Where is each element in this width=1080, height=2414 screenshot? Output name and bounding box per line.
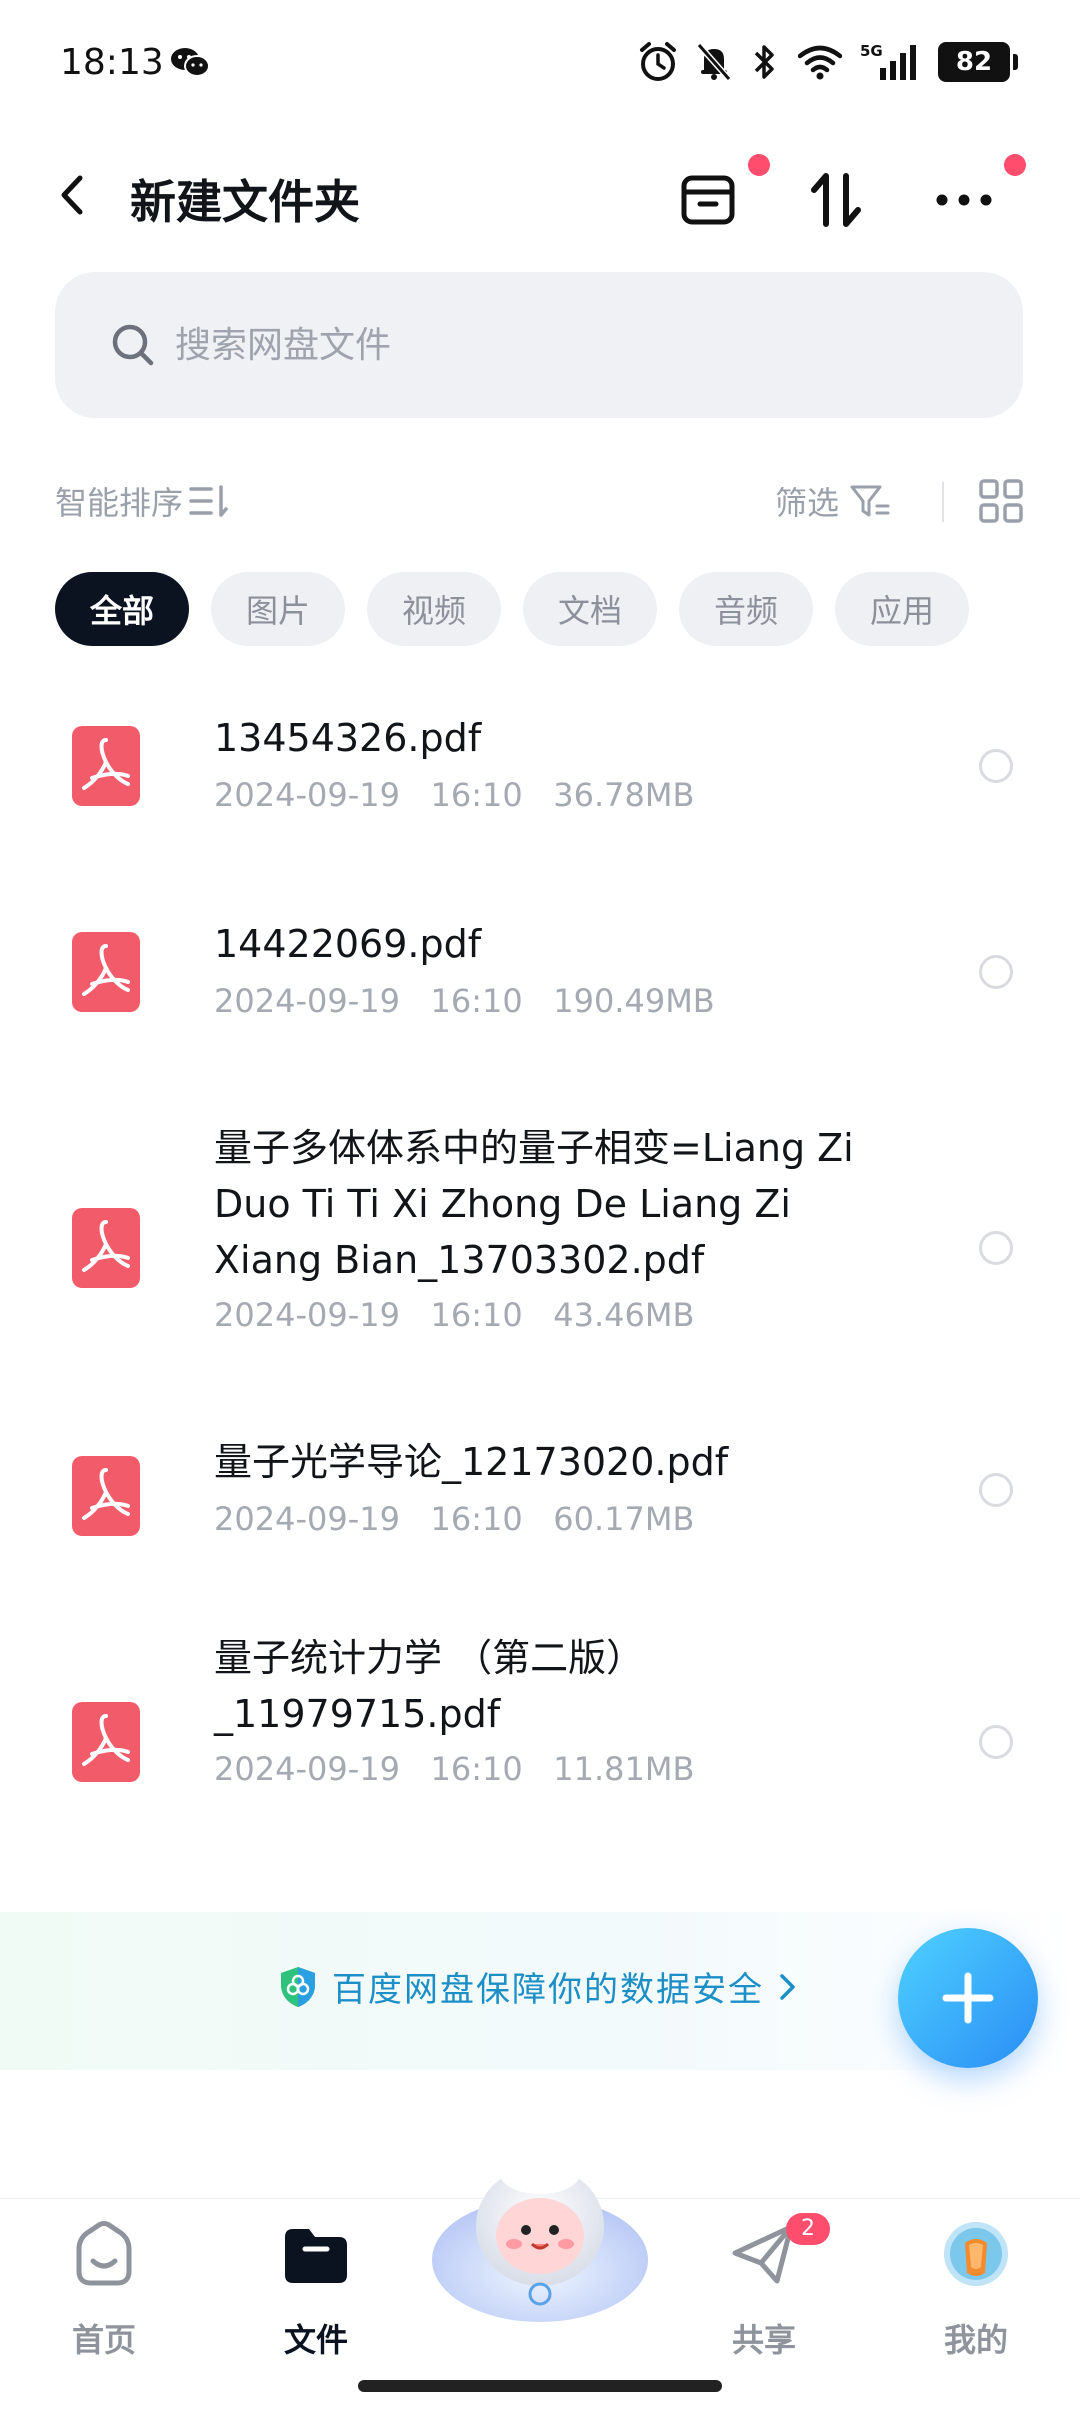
file-row[interactable]: 量子光学导论_12173020.pdf 2024-09-19 16:10 60.… [0, 1420, 1080, 1590]
tab-apps[interactable]: 应用 [835, 572, 969, 646]
sort-button[interactable] [796, 160, 876, 240]
plus-icon [942, 1972, 994, 2024]
file-name: 量子多体体系中的量子相变=Liang Zi Duo Ti Ti Xi Zhong… [214, 1126, 854, 1282]
back-arrow-icon[interactable] [48, 170, 98, 220]
file-name: 14422069.pdf [214, 922, 482, 966]
security-text: 百度网盘保障你的数据安全 [332, 1970, 764, 2010]
pdf-file-icon [72, 1456, 140, 1536]
select-radio[interactable] [979, 1231, 1013, 1265]
grid-view-icon[interactable] [978, 478, 1024, 524]
tab-audio[interactable]: 音频 [679, 572, 813, 646]
file-meta: 2024-09-19 16:10 60.17MB [214, 1500, 695, 1538]
mute-bell-icon [696, 43, 732, 81]
pdf-file-icon [72, 726, 140, 806]
more-dots-icon [936, 194, 992, 206]
nav-files[interactable]: 文件 [246, 2219, 386, 2369]
wechat-icon [171, 48, 210, 77]
divider [942, 482, 944, 522]
file-name: 量子统计力学 （第二版）_11979715.pdf [214, 1636, 645, 1736]
notification-dot [748, 154, 770, 176]
folder-icon [285, 2229, 347, 2283]
header: 新建文件夹 [0, 140, 1080, 250]
sort-lines-icon [189, 485, 228, 517]
sort-arrows-icon [811, 173, 861, 227]
battery-indicator: 82 [938, 42, 1018, 82]
file-meta: 2024-09-19 16:10 190.49MB [214, 982, 715, 1020]
file-row[interactable]: 13454326.pdf 2024-09-19 16:10 36.78MB [0, 690, 1080, 860]
file-name: 13454326.pdf [214, 716, 482, 760]
tab-documents[interactable]: 文档 [523, 572, 657, 646]
shield-icon [281, 1966, 315, 2007]
pdf-file-icon [72, 1208, 140, 1288]
mascot-icon[interactable] [428, 2130, 652, 2330]
add-button[interactable] [898, 1928, 1038, 2068]
nav-files-label: 文件 [283, 2321, 348, 2359]
filter-funnel-icon [850, 485, 890, 517]
file-name: 量子光学导论_12173020.pdf [214, 1440, 729, 1484]
svg-text:5G: 5G [860, 42, 883, 60]
nav-share[interactable]: 2 共享 [694, 2213, 834, 2369]
share-badge: 2 [786, 2213, 830, 2245]
select-radio[interactable] [979, 749, 1013, 783]
nav-me-label: 我的 [943, 2321, 1008, 2359]
file-row[interactable]: 14422069.pdf 2024-09-19 16:10 190.49MB [0, 896, 1080, 1066]
filter-button[interactable]: 筛选 [775, 478, 891, 524]
file-row[interactable]: 量子多体体系中的量子相变=Liang Zi Duo Ti Ti Xi Zhong… [0, 1120, 1080, 1360]
select-radio[interactable] [979, 1473, 1013, 1507]
pdf-file-icon [72, 1702, 140, 1782]
status-bar: 18:13 5G 82 [0, 0, 1080, 130]
avatar-icon [944, 2222, 1008, 2286]
file-row[interactable]: 量子统计力学 （第二版）_11979715.pdf 2024-09-19 16:… [0, 1630, 1080, 1840]
pdf-file-icon [72, 932, 140, 1012]
select-radio[interactable] [979, 1725, 1013, 1759]
signal-5g-icon: 5G [860, 42, 916, 80]
nav-me[interactable]: 我的 [906, 2219, 1046, 2369]
archive-button[interactable] [668, 154, 770, 240]
bluetooth-icon [754, 45, 774, 79]
category-tabs: 全部 图片 视频 文档 音频 应用 [55, 572, 969, 646]
notification-dot [1004, 154, 1026, 176]
tab-videos[interactable]: 视频 [367, 572, 501, 646]
search-bar[interactable] [55, 272, 1023, 418]
file-meta: 2024-09-19 16:10 43.46MB [214, 1296, 695, 1334]
archive-box-icon [681, 175, 735, 225]
tab-images[interactable]: 图片 [211, 572, 345, 646]
sort-filter-row: 智能排序 筛选 [0, 470, 1080, 530]
nav-home[interactable]: 首页 [34, 2219, 174, 2369]
chevron-right-icon [780, 1973, 795, 2000]
filter-label: 筛选 [775, 484, 840, 522]
smart-sort-label: 智能排序 [55, 484, 184, 522]
file-meta: 2024-09-19 16:10 36.78MB [214, 776, 695, 814]
alarm-icon [640, 42, 676, 81]
nav-share-label: 共享 [731, 2321, 796, 2359]
page-title: 新建文件夹 [130, 175, 360, 229]
nav-home-label: 首页 [71, 2321, 136, 2359]
home-face-icon [76, 2221, 132, 2286]
status-icons: 5G 82 [638, 38, 1018, 86]
file-meta: 2024-09-19 16:10 11.81MB [214, 1750, 695, 1788]
wifi-icon [798, 45, 842, 80]
search-icon [112, 324, 154, 366]
home-indicator[interactable] [358, 2380, 722, 2392]
security-content: 百度网盘保障你的数据安全 [278, 1962, 798, 2011]
more-options-button[interactable] [924, 154, 1026, 240]
tab-all[interactable]: 全部 [55, 572, 189, 646]
select-radio[interactable] [979, 955, 1013, 989]
smart-sort-button[interactable]: 智能排序 [55, 478, 229, 524]
search-input[interactable] [175, 308, 975, 382]
status-time: 18:13 [60, 42, 164, 83]
